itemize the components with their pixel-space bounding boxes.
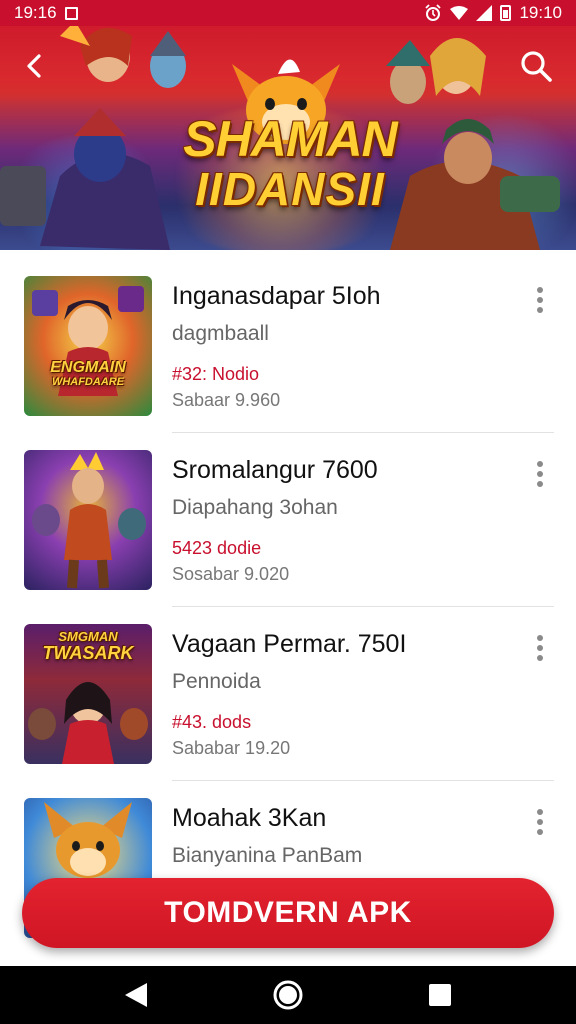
app-thumbnail: ENGMAIN WHAFDAARE — [24, 276, 152, 416]
item-meta: Sababar 19.20 — [172, 738, 291, 758]
app-thumbnail: SMGMAN TWASARK — [24, 624, 152, 764]
nav-back-icon — [125, 983, 147, 1007]
thumbnail-caption: SMGMAN TWASARK — [28, 630, 148, 663]
item-title: Sromalangur 7600 — [172, 456, 378, 484]
nav-home-button[interactable] — [266, 973, 310, 1017]
dot-icon — [537, 819, 543, 825]
thumbnail-art — [32, 286, 144, 396]
notification-square-icon — [64, 6, 78, 20]
nav-home-icon — [273, 980, 303, 1010]
thumbnail-caption-line2: WHAFDAARE — [51, 375, 125, 388]
status-bar: 19:16 19:10 — [0, 0, 576, 26]
more-options-button[interactable] — [532, 632, 548, 664]
thumbnail-caption-line1: SMGMAN — [58, 629, 118, 644]
search-icon — [521, 51, 552, 82]
banner-title: SHAMAN IIDANSII — [150, 114, 430, 212]
item-title: Inganasdapar 5Ioh — [172, 282, 381, 310]
wifi-icon — [450, 6, 469, 20]
dot-icon — [537, 461, 543, 467]
item-subtitle: Diapahang 3ohan — [172, 496, 338, 519]
more-options-button[interactable] — [532, 806, 548, 838]
status-time: 19:16 — [14, 3, 57, 22]
dot-icon — [537, 287, 543, 293]
status-time-right: 19:10 — [519, 3, 562, 22]
search-button[interactable] — [518, 48, 554, 84]
dot-icon — [537, 297, 543, 303]
more-options-button[interactable] — [532, 284, 548, 316]
dot-icon — [537, 307, 543, 313]
dot-icon — [537, 471, 543, 477]
app-thumbnail — [24, 450, 152, 590]
download-apk-button[interactable]: TOMDVERN APK — [22, 878, 554, 948]
header-banner: SHAMAN IIDANSII — [0, 26, 576, 250]
banner-title-line1: SHAMAN — [183, 111, 397, 167]
item-price: #32: Nodio — [172, 364, 260, 384]
thumbnail-art — [32, 452, 146, 589]
dot-icon — [537, 809, 543, 815]
item-subtitle: Pennoida — [172, 670, 261, 693]
more-options-button[interactable] — [532, 458, 548, 490]
status-right: 19:10 — [424, 3, 562, 23]
nav-recents-icon — [429, 984, 451, 1006]
back-button[interactable] — [18, 50, 50, 82]
system-nav-bar — [0, 966, 576, 1024]
item-meta: Sabaar 9.960 — [172, 390, 281, 410]
signal-icon — [476, 5, 493, 21]
thumbnail-caption: ENGMAIN WHAFDAARE — [28, 359, 148, 388]
battery-icon — [500, 5, 512, 21]
chevron-left-icon — [27, 54, 41, 78]
list-item[interactable]: ENGMAIN WHAFDAARE Inganasdapar 5Ioh dagm… — [0, 250, 576, 433]
dot-icon — [537, 645, 543, 651]
thumbnail-caption-line2: TWASARK — [42, 642, 134, 663]
item-price: #43. dods — [172, 712, 252, 732]
list-item[interactable]: Sromalangur 7600 Diapahang 3ohan 5423 do… — [0, 424, 576, 607]
item-subtitle: Bianyanina PanBam — [172, 844, 363, 867]
item-subtitle: dagmbaall — [172, 322, 269, 345]
dot-icon — [537, 829, 543, 835]
alarm-icon — [425, 4, 442, 21]
banner-title-line2: IIDANSII — [195, 163, 385, 215]
item-price: 5423 dodie — [172, 538, 262, 558]
nav-recents-button[interactable] — [418, 973, 462, 1017]
thumbnail-caption-line1: ENGMAIN — [50, 359, 126, 376]
dot-icon — [537, 655, 543, 661]
status-left: 19:16 — [14, 3, 78, 23]
dot-icon — [537, 635, 543, 641]
nav-back-button[interactable] — [114, 973, 158, 1017]
item-title: Moahak 3Kan — [172, 804, 327, 832]
list-item[interactable]: SMGMAN TWASARK Vagaan Permar. 750I Penno… — [0, 598, 576, 781]
dot-icon — [537, 481, 543, 487]
item-meta: Sosabar 9.020 — [172, 564, 290, 584]
item-title: Vagaan Permar. 750I — [172, 630, 407, 658]
